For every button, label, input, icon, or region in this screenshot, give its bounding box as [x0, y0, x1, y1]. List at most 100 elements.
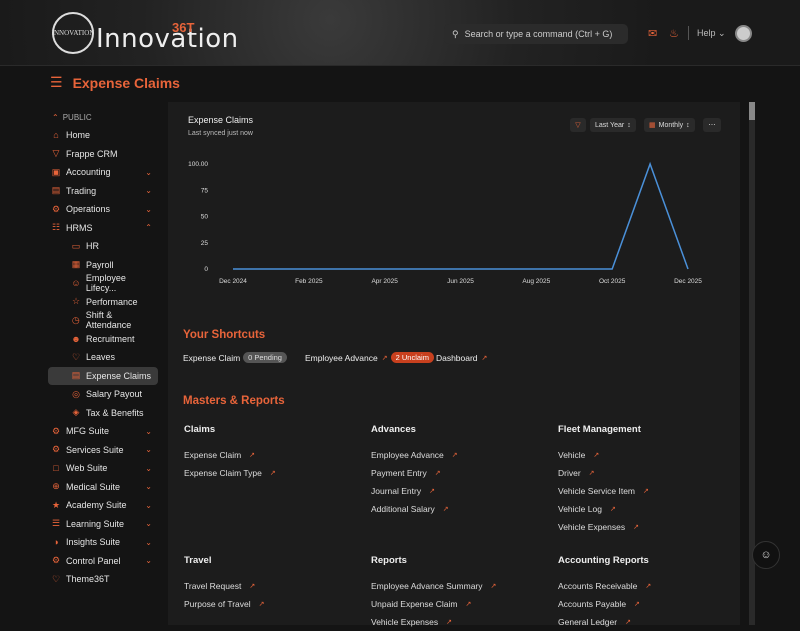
sidebar-item-label: Control Panel	[66, 555, 121, 566]
chevron-down-icon[interactable]: ⌄	[145, 482, 152, 491]
bell-icon[interactable]: ♨	[669, 28, 681, 40]
chevron-down-icon[interactable]: ⌄	[145, 186, 152, 195]
sidebar-item-learning-suite[interactable]: ☰ Learning Suite ⌄	[48, 515, 158, 534]
sidebar-item-frappe-crm[interactable]: ▽ Frappe CRM	[48, 145, 158, 164]
y-tick-label: 0	[204, 266, 208, 273]
report-link[interactable]: Driver ↗	[558, 464, 738, 482]
report-link[interactable]: Vehicle ↗	[558, 446, 738, 464]
report-link-label: Vehicle Expenses	[558, 522, 626, 532]
chevron-down-icon[interactable]: ⌄	[145, 205, 152, 214]
chevron-up-icon[interactable]: ⌃	[145, 223, 152, 232]
chevron-down-icon: ⌄	[718, 28, 726, 38]
filter-icon: ▽	[575, 122, 581, 129]
arrow-up-right-icon: ↗	[481, 354, 488, 362]
menu-icon[interactable]: ☰	[50, 74, 63, 91]
report-link[interactable]: Expense Claim Type ↗	[184, 464, 364, 482]
chevron-down-icon[interactable]: ⌄	[145, 168, 152, 177]
shortcut-dashboard[interactable]: Dashboard ↗	[436, 353, 487, 363]
scrollbar-thumb[interactable]	[749, 102, 755, 120]
report-link[interactable]: Expense Claim ↗	[184, 446, 364, 464]
sidebar-item-salary-payout[interactable]: ◎ Salary Payout	[48, 385, 158, 404]
folder-icon: ▭	[71, 240, 81, 251]
report-link[interactable]: Travel Request ↗	[184, 577, 364, 595]
shortcuts-row: Expense Claim 0 Pending Employee Advance ↗ 2…	[183, 352, 505, 363]
arrow-up-right-icon: ↗	[429, 488, 435, 495]
sidebar-item-home[interactable]: ⌂ Home	[48, 126, 158, 145]
sidebar-item-web-suite[interactable]: □ Web Suite ⌄	[48, 459, 158, 478]
sidebar-item-operations[interactable]: ⚙ Operations ⌄	[48, 200, 158, 219]
sidebar-item-tax-benefits[interactable]: ◈ Tax & Benefits	[48, 404, 158, 423]
search-input[interactable]: ⚲ Search or type a command (Ctrl + G)	[444, 24, 628, 44]
heart-icon: ♡	[71, 351, 81, 362]
sidebar-item-leaves[interactable]: ♡ Leaves	[48, 348, 158, 367]
sidebar-item-expense-claims[interactable]: ▤ Expense Claims	[48, 366, 158, 385]
chevron-down-icon[interactable]: ⌄	[145, 501, 152, 510]
sidebar-item-performance[interactable]: ☆ Performance	[48, 293, 158, 312]
more-options-button[interactable]: ⋯	[703, 118, 721, 132]
report-link[interactable]: General Ledger ↗	[558, 613, 738, 631]
sidebar-item-insights-suite[interactable]: ◑ Insights Suite ⌄	[48, 533, 158, 552]
sidebar-item-theme36t[interactable]: ♡ Theme36T	[48, 570, 158, 589]
academy-icon: ★	[51, 499, 61, 510]
sidebar-item-accounting[interactable]: ▣ Accounting ⌄	[48, 163, 158, 182]
shortcut-employee-advance[interactable]: Employee Advance ↗ 2 Unclaim	[305, 352, 434, 363]
sidebar-item-trading[interactable]: ▤ Trading ⌄	[48, 182, 158, 201]
shortcut-badge: 2 Unclaim	[390, 352, 434, 363]
report-link[interactable]: Unpaid Expense Claim ↗	[371, 595, 551, 613]
report-link[interactable]: Accounts Payable ↗	[558, 595, 738, 613]
report-link[interactable]: Accounts Receivable ↗	[558, 577, 738, 595]
report-link[interactable]: Vehicle Log ↗	[558, 500, 738, 518]
arrow-up-right-icon: ↗	[609, 506, 616, 513]
sidebar-item-employee-lifecy[interactable]: ☺ Employee Lifecy...	[48, 273, 158, 293]
chevron-down-icon[interactable]: ⌄	[145, 538, 152, 547]
assistant-button[interactable]: ☺	[752, 541, 780, 569]
series-line[interactable]	[233, 161, 689, 270]
sidebar-item-label: Learning Suite	[66, 518, 125, 529]
sidebar-item-medical-suite[interactable]: ⊕ Medical Suite ⌄	[48, 478, 158, 497]
sidebar-item-academy-suite[interactable]: ★ Academy Suite ⌄	[48, 496, 158, 515]
report-link-label: Travel Request	[184, 581, 242, 591]
sidebar-section-public[interactable]: ⌃ PUBLIC	[48, 108, 158, 126]
page-title: Expense Claims	[72, 74, 180, 91]
report-link[interactable]: Payment Entry ↗	[371, 464, 551, 482]
sidebar-item-hrms[interactable]: ☷ HRMS ⌃	[48, 219, 158, 238]
report-link[interactable]: Additional Salary ↗	[371, 500, 551, 518]
sidebar-item-label: Recruitment	[86, 333, 135, 344]
sidebar-item-shift-attendance[interactable]: ◷ Shift & Attendance	[48, 310, 158, 330]
report-link[interactable]: Employee Advance ↗	[371, 446, 551, 464]
report-link[interactable]: Purpose of Travel ↗	[184, 595, 364, 613]
page-header: ☰ Expense Claims	[50, 74, 180, 91]
avatar[interactable]	[735, 25, 752, 42]
chevron-down-icon[interactable]: ⌄	[145, 556, 152, 565]
sidebar-item-control-panel[interactable]: ⚙ Control Panel ⌄	[48, 552, 158, 571]
report-link[interactable]: Vehicle Service Item ↗	[558, 482, 738, 500]
sidebar-item-recruitment[interactable]: ☻ Recruitment	[48, 330, 158, 349]
brand-seal-logo[interactable]: INNOVATION	[52, 12, 94, 54]
shortcut-expense-claim[interactable]: Expense Claim 0 Pending	[183, 352, 287, 363]
shortcut-label: Expense Claim	[183, 352, 241, 363]
report-link[interactable]: Vehicle Expenses ↗	[371, 613, 551, 631]
range-select[interactable]: Last Year ↕	[590, 118, 636, 132]
chevron-down-icon[interactable]: ⌄	[145, 519, 152, 528]
sidebar-item-label: Trading	[66, 185, 97, 196]
sidebar-item-mfg-suite[interactable]: ⚙ MFG Suite ⌄	[48, 422, 158, 441]
report-link-label: Journal Entry	[371, 486, 422, 496]
report-link[interactable]: Vehicle Expenses ↗	[558, 518, 738, 536]
interval-select[interactable]: ▦ Monthly ↕	[644, 118, 695, 132]
chat-icon[interactable]: ✉	[648, 28, 660, 40]
mfg-icon: ⚙	[51, 425, 61, 436]
y-tick-label: 100.00	[188, 161, 208, 168]
arrow-up-right-icon: ↗	[490, 583, 497, 590]
filter-button[interactable]: ▽	[570, 118, 586, 132]
report-link[interactable]: Employee Advance Summary ↗	[371, 577, 551, 595]
sidebar-item-services-suite[interactable]: ⚙ Services Suite ⌄	[48, 441, 158, 460]
sidebar-item-hr[interactable]: ▭ HR	[48, 237, 158, 256]
insights-icon: ◑	[53, 537, 59, 548]
report-link[interactable]: Journal Entry ↗	[371, 482, 551, 500]
chevron-down-icon[interactable]: ⌄	[145, 427, 152, 436]
chevron-down-icon[interactable]: ⌄	[145, 445, 152, 454]
chevron-down-icon[interactable]: ⌄	[145, 464, 152, 473]
sidebar-item-payroll[interactable]: ▦ Payroll	[48, 256, 158, 275]
help-dropdown[interactable]: Help ⌄	[697, 28, 726, 39]
operations-icon: ⚙	[51, 203, 61, 214]
